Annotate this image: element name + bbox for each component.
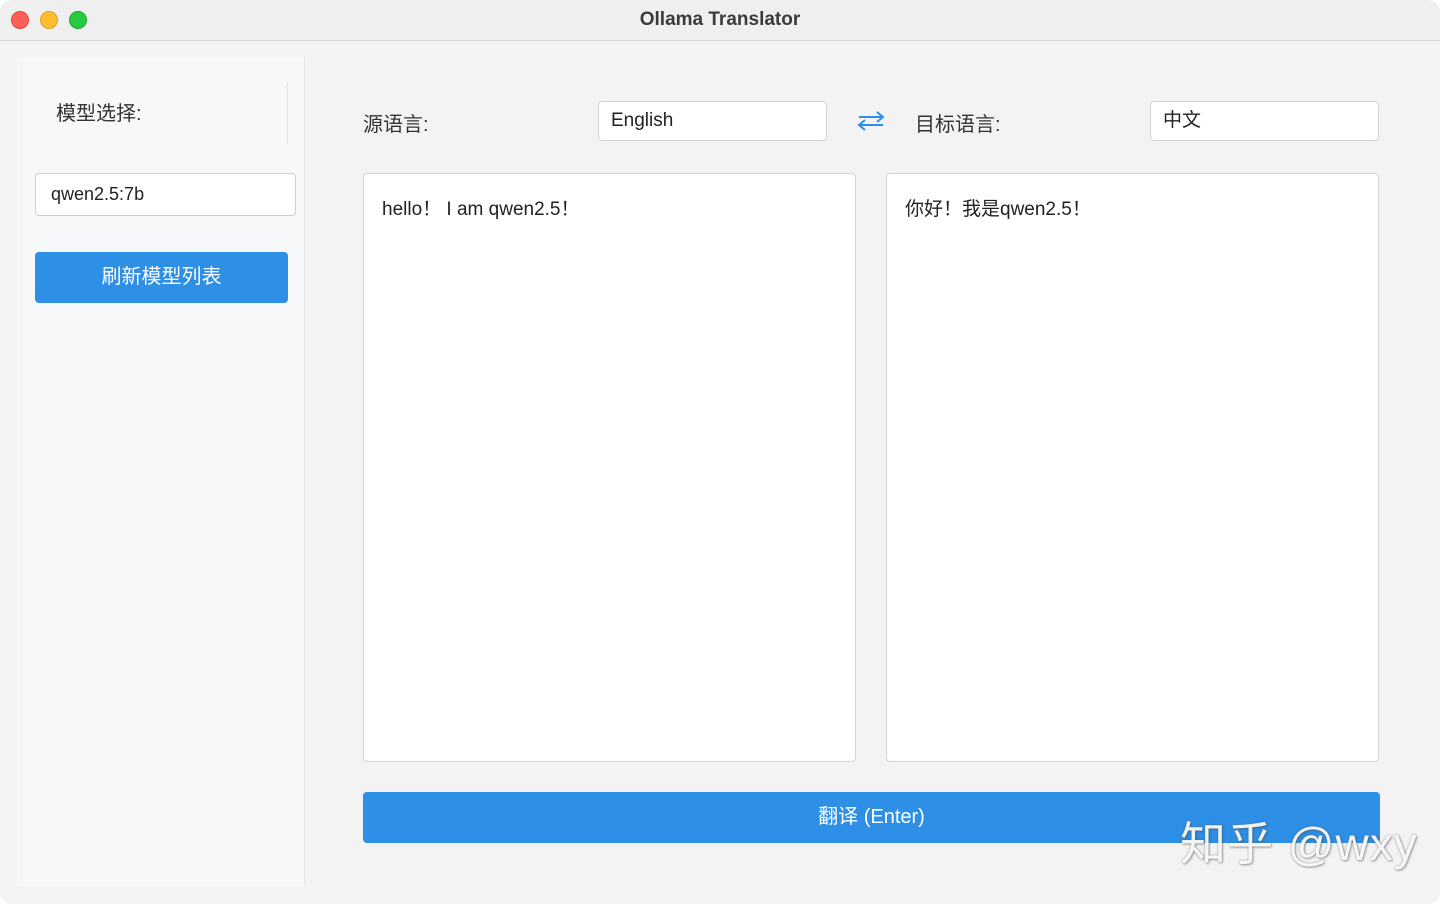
sidebar: 模型选择: qwen2.5:7b 刷新模型列表 bbox=[17, 57, 305, 886]
app-window: Ollama Translator 模型选择: qwen2.5:7b 刷新模型列… bbox=[0, 0, 1440, 904]
sidebar-divider bbox=[287, 82, 288, 144]
source-language-select[interactable]: English bbox=[598, 101, 827, 141]
swap-languages-icon[interactable] bbox=[856, 110, 886, 132]
target-language-select[interactable]: 中文 bbox=[1150, 101, 1379, 141]
target-language-label: 目标语言: bbox=[915, 114, 1001, 136]
source-language-label: 源语言: bbox=[363, 114, 429, 136]
refresh-models-button[interactable]: 刷新模型列表 bbox=[35, 252, 288, 303]
watermark-text: 知乎 @wxy bbox=[1180, 818, 1418, 870]
window-title: Ollama Translator bbox=[639, 9, 801, 30]
model-select[interactable]: qwen2.5:7b bbox=[35, 173, 296, 216]
source-text-input[interactable]: hello！ I am qwen2.5！ bbox=[363, 173, 856, 762]
titlebar: Ollama Translator bbox=[0, 0, 1440, 41]
target-text-output[interactable]: 你好！我是qwen2.5！ bbox=[886, 173, 1379, 762]
model-select-label: 模型选择: bbox=[56, 103, 142, 125]
